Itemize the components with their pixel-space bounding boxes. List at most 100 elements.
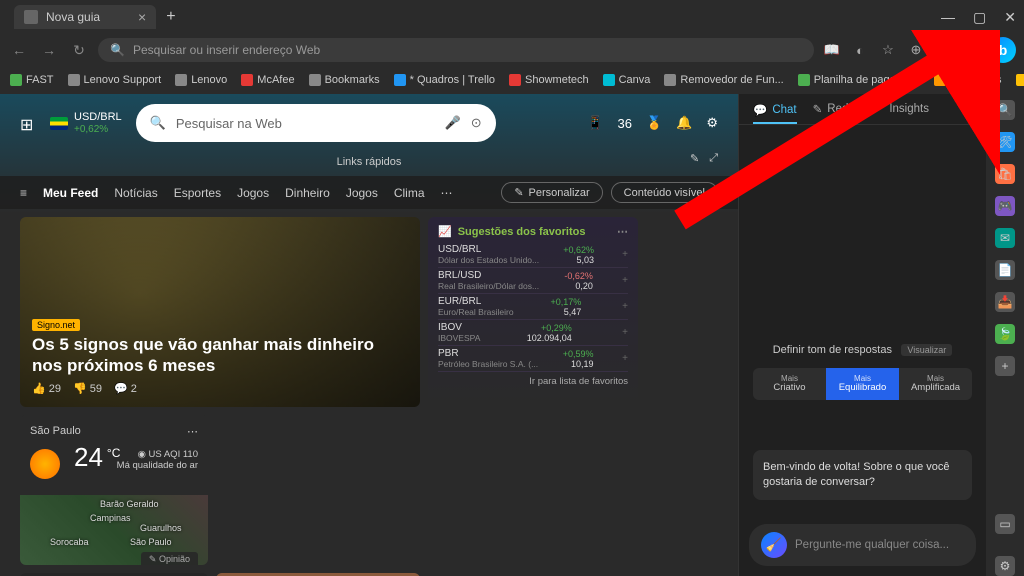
sb-tools-icon[interactable]: 🛠 [995, 132, 1015, 152]
bookmark-item[interactable]: Planilha de pagame... [798, 74, 920, 86]
read-aloud-icon[interactable]: 📖 [822, 42, 842, 58]
new-tab-button[interactable]: + [166, 8, 175, 26]
sb-search-icon[interactable]: 🔍 [995, 100, 1015, 120]
bookmark-icon [175, 74, 187, 86]
sb-add-icon[interactable]: + [995, 356, 1015, 376]
bookmark-label: * Quadros | Trello [410, 74, 495, 86]
maximize-button[interactable]: ▢ [973, 9, 986, 26]
browser-tab[interactable]: Nova guia × [14, 5, 156, 29]
url-input[interactable]: 🔍 Pesquisar ou inserir endereço Web [98, 38, 814, 62]
content-visible-button[interactable]: Conteúdo visível [611, 182, 718, 203]
tab-compose[interactable]: ✎ Redação [813, 102, 874, 116]
bookmark-item[interactable]: Lenovo Support [68, 74, 162, 86]
bookmark-item[interactable]: Lenovo [175, 74, 227, 86]
weather-more-icon[interactable]: ⋯ [187, 425, 198, 438]
tone-balanced[interactable]: MaisEquilibrado [826, 368, 899, 400]
add-favorite-icon[interactable]: + [622, 327, 628, 338]
web-search-box[interactable]: 🔍 Pesquisar na Web 🎤 ⊙ [136, 104, 496, 142]
tab-chat[interactable]: 💬 Chat [753, 102, 797, 124]
rewards-icon[interactable]: 🏅 [646, 115, 662, 131]
new-topic-icon[interactable]: 🧹 [761, 532, 787, 558]
favorite-row[interactable]: PBRPetróleo Brasileiro S.A. (... +0,59%1… [438, 346, 628, 372]
collections-icon[interactable]: ⊕ [906, 42, 926, 58]
favorites-link[interactable]: Ir para lista de favoritos [438, 376, 628, 387]
tone-creative[interactable]: MaisCriativo [753, 368, 826, 400]
bookmark-label: Lenovo Support [84, 74, 162, 86]
favorite-row[interactable]: IBOVIBOVESPA +0,29%102.094,04 + [438, 320, 628, 346]
bookmark-item[interactable]: FAST [10, 74, 54, 86]
temp-value[interactable]: 36 [618, 116, 632, 131]
favorite-row[interactable]: BRL/USDReal Brasileiro/Dólar dos... -0,6… [438, 268, 628, 294]
add-favorite-icon[interactable]: + [622, 249, 628, 260]
refresh-button[interactable]: ↻ [68, 42, 90, 59]
copilot-more-icon[interactable]: ⋯ [961, 102, 973, 116]
nav-jogos[interactable]: Jogos [237, 186, 269, 200]
mobile-icon[interactable]: 📱 [587, 115, 603, 131]
nav-meu-feed[interactable]: Meu Feed [43, 186, 98, 200]
bookmark-icon [394, 74, 406, 86]
profile-icon[interactable]: 👤 [934, 42, 954, 58]
bookmark-icon [241, 74, 253, 86]
minimize-button[interactable]: — [941, 9, 955, 26]
add-favorite-icon[interactable]: + [622, 353, 628, 364]
nav-clima[interactable]: Clima [394, 186, 425, 200]
copilot-tabs: 💬 Chat ✎ Redação Insights ⋯ [739, 94, 986, 125]
sb-outlook-icon[interactable]: ✉ [995, 228, 1015, 248]
nav-jogos2[interactable]: Jogos [346, 186, 378, 200]
weather-card[interactable]: São Paulo ⋯ 24 °C ◉ US AQI 110 Má qualid… [20, 415, 208, 565]
bookmark-item[interactable]: Sinônimos [934, 74, 1001, 86]
menu-icon[interactable]: ⋯ [962, 42, 982, 58]
bing-copilot-button[interactable]: b [990, 37, 1016, 63]
split-icon[interactable]: ◐ [850, 43, 870, 58]
tab-insights[interactable]: Insights [889, 102, 929, 116]
sb-drop-icon[interactable]: 📥 [995, 292, 1015, 312]
sb-split-icon[interactable]: ▭ [995, 514, 1015, 534]
close-icon[interactable]: × [138, 9, 146, 25]
nav-more[interactable]: ⋯ [441, 186, 453, 200]
nav-noticias[interactable]: Notícias [114, 186, 157, 200]
bookmark-item[interactable]: Showmetech [509, 74, 589, 86]
notifications-icon[interactable]: 🔔 [676, 115, 692, 131]
favorites-icon[interactable]: ☆ [878, 42, 898, 58]
quick-links-label: Links rápidos [337, 156, 402, 168]
sb-games-icon[interactable]: 🎮 [995, 196, 1015, 216]
ask-input[interactable]: 🧹 Pergunte-me qualquer coisa... [749, 524, 976, 566]
settings-icon[interactable]: ⚙ [706, 115, 718, 131]
bookmark-item[interactable]: Removedor de Fun... [664, 74, 783, 86]
lens-icon[interactable]: ⊙ [471, 115, 482, 131]
hero-title: Os 5 signos que vão ganhar mais dinheiro… [32, 335, 408, 376]
bookmark-icon [934, 74, 946, 86]
back-button[interactable]: ← [8, 42, 30, 58]
favorite-row[interactable]: EUR/BRLEuro/Real Brasileiro +0,17%5,47 + [438, 294, 628, 320]
currency-widget[interactable]: USD/BRL +0,62% [50, 111, 122, 135]
bookmark-item[interactable]: Canva [603, 74, 651, 86]
bookmark-item[interactable]: Contador de Caract... [1016, 74, 1024, 86]
sb-app-icon[interactable]: 🍃 [995, 324, 1015, 344]
sb-settings-icon[interactable]: ⚙ [995, 556, 1015, 576]
favorites-more-icon[interactable]: ⋯ [617, 225, 628, 238]
mic-icon[interactable]: 🎤 [445, 115, 461, 131]
nav-dinheiro[interactable]: Dinheiro [285, 186, 330, 200]
expand-icon[interactable]: ⤢ [709, 152, 718, 165]
tone-precise[interactable]: MaisAmplificada [899, 368, 972, 400]
add-favorite-icon[interactable]: + [622, 301, 628, 312]
titlebar: Nova guia × + — ▢ ✕ [0, 0, 1024, 34]
nav-esportes[interactable]: Esportes [174, 186, 221, 200]
bookmark-item[interactable]: McAfee [241, 74, 294, 86]
add-favorite-icon[interactable]: + [622, 275, 628, 286]
close-window-button[interactable]: ✕ [1004, 9, 1016, 26]
edit-quick-links-icon[interactable]: ✎ [690, 152, 699, 165]
bookmark-item[interactable]: Bookmarks [309, 74, 380, 86]
sb-office-icon[interactable]: 📄 [995, 260, 1015, 280]
bookmarks-bar: FAST Lenovo Support Lenovo McAfee Bookmarks *… [0, 66, 1024, 94]
sb-shopping-icon[interactable]: 🛍 [995, 164, 1015, 184]
personalize-button[interactable]: ✎Personalizar [501, 182, 602, 203]
hamburger-icon[interactable]: ≡ [20, 186, 27, 200]
favorite-row[interactable]: USD/BRLDólar dos Estados Unido... +0,62%… [438, 242, 628, 268]
visualize-button[interactable]: Visualizar [901, 344, 952, 356]
hero-card[interactable]: Signo.net Os 5 signos que vão ganhar mai… [20, 217, 420, 407]
opinion-button[interactable]: ✎ Opinião [141, 552, 198, 565]
bookmark-item[interactable]: * Quadros | Trello [394, 74, 495, 86]
app-launcher-icon[interactable]: ⊞ [20, 115, 36, 131]
forward-button[interactable]: → [38, 42, 60, 58]
